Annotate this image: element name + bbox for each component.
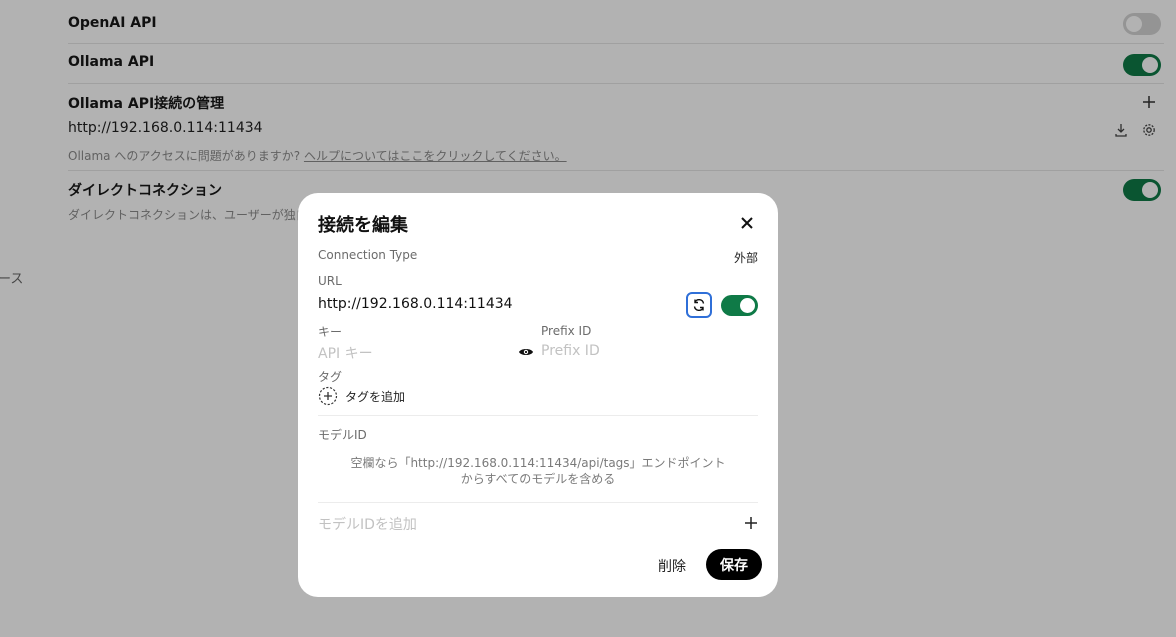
model-ids-label: モデルID	[318, 428, 367, 442]
add-tag-label: タグを追加	[345, 389, 406, 404]
add-model-icon[interactable]	[744, 515, 758, 529]
save-button[interactable]: 保存	[706, 549, 762, 580]
add-tag-button[interactable]: タグを追加	[318, 386, 405, 406]
prefix-id-label: Prefix ID	[541, 324, 592, 338]
divider	[318, 415, 758, 416]
url-input[interactable]: http://192.168.0.114:11434	[318, 296, 513, 312]
model-ids-hint-line: 空欄なら「http://192.168.0.114:11434/api/tags…	[350, 456, 726, 470]
add-model-id-input[interactable]: モデルIDを追加	[318, 514, 417, 534]
verify-connection-button[interactable]	[686, 292, 712, 318]
modal-title: 接続を編集	[318, 215, 408, 236]
url-label: URL	[318, 274, 342, 288]
key-label: キー	[318, 325, 343, 339]
connection-type-label: Connection Type	[318, 248, 418, 262]
divider	[318, 502, 758, 503]
prefix-id-input[interactable]: Prefix ID	[541, 343, 600, 359]
connection-type-value[interactable]: 外部	[734, 249, 758, 266]
close-icon[interactable]	[738, 214, 756, 232]
model-ids-hint-line: からすべてのモデルを含める	[460, 472, 616, 486]
model-ids-hint: 空欄なら「http://192.168.0.114:11434/api/tags…	[318, 455, 758, 487]
refresh-icon	[693, 298, 705, 312]
eye-icon[interactable]	[518, 344, 534, 358]
api-key-input[interactable]: API キー	[318, 343, 373, 363]
edit-connection-modal: 接続を編集 Connection Type 外部 URL http://192.…	[298, 193, 778, 597]
delete-button[interactable]: 削除	[658, 556, 686, 576]
url-enable-toggle[interactable]	[721, 295, 758, 316]
plus-circle-icon	[318, 386, 338, 406]
tags-label: タグ	[318, 370, 343, 384]
toggle-knob	[740, 298, 755, 313]
